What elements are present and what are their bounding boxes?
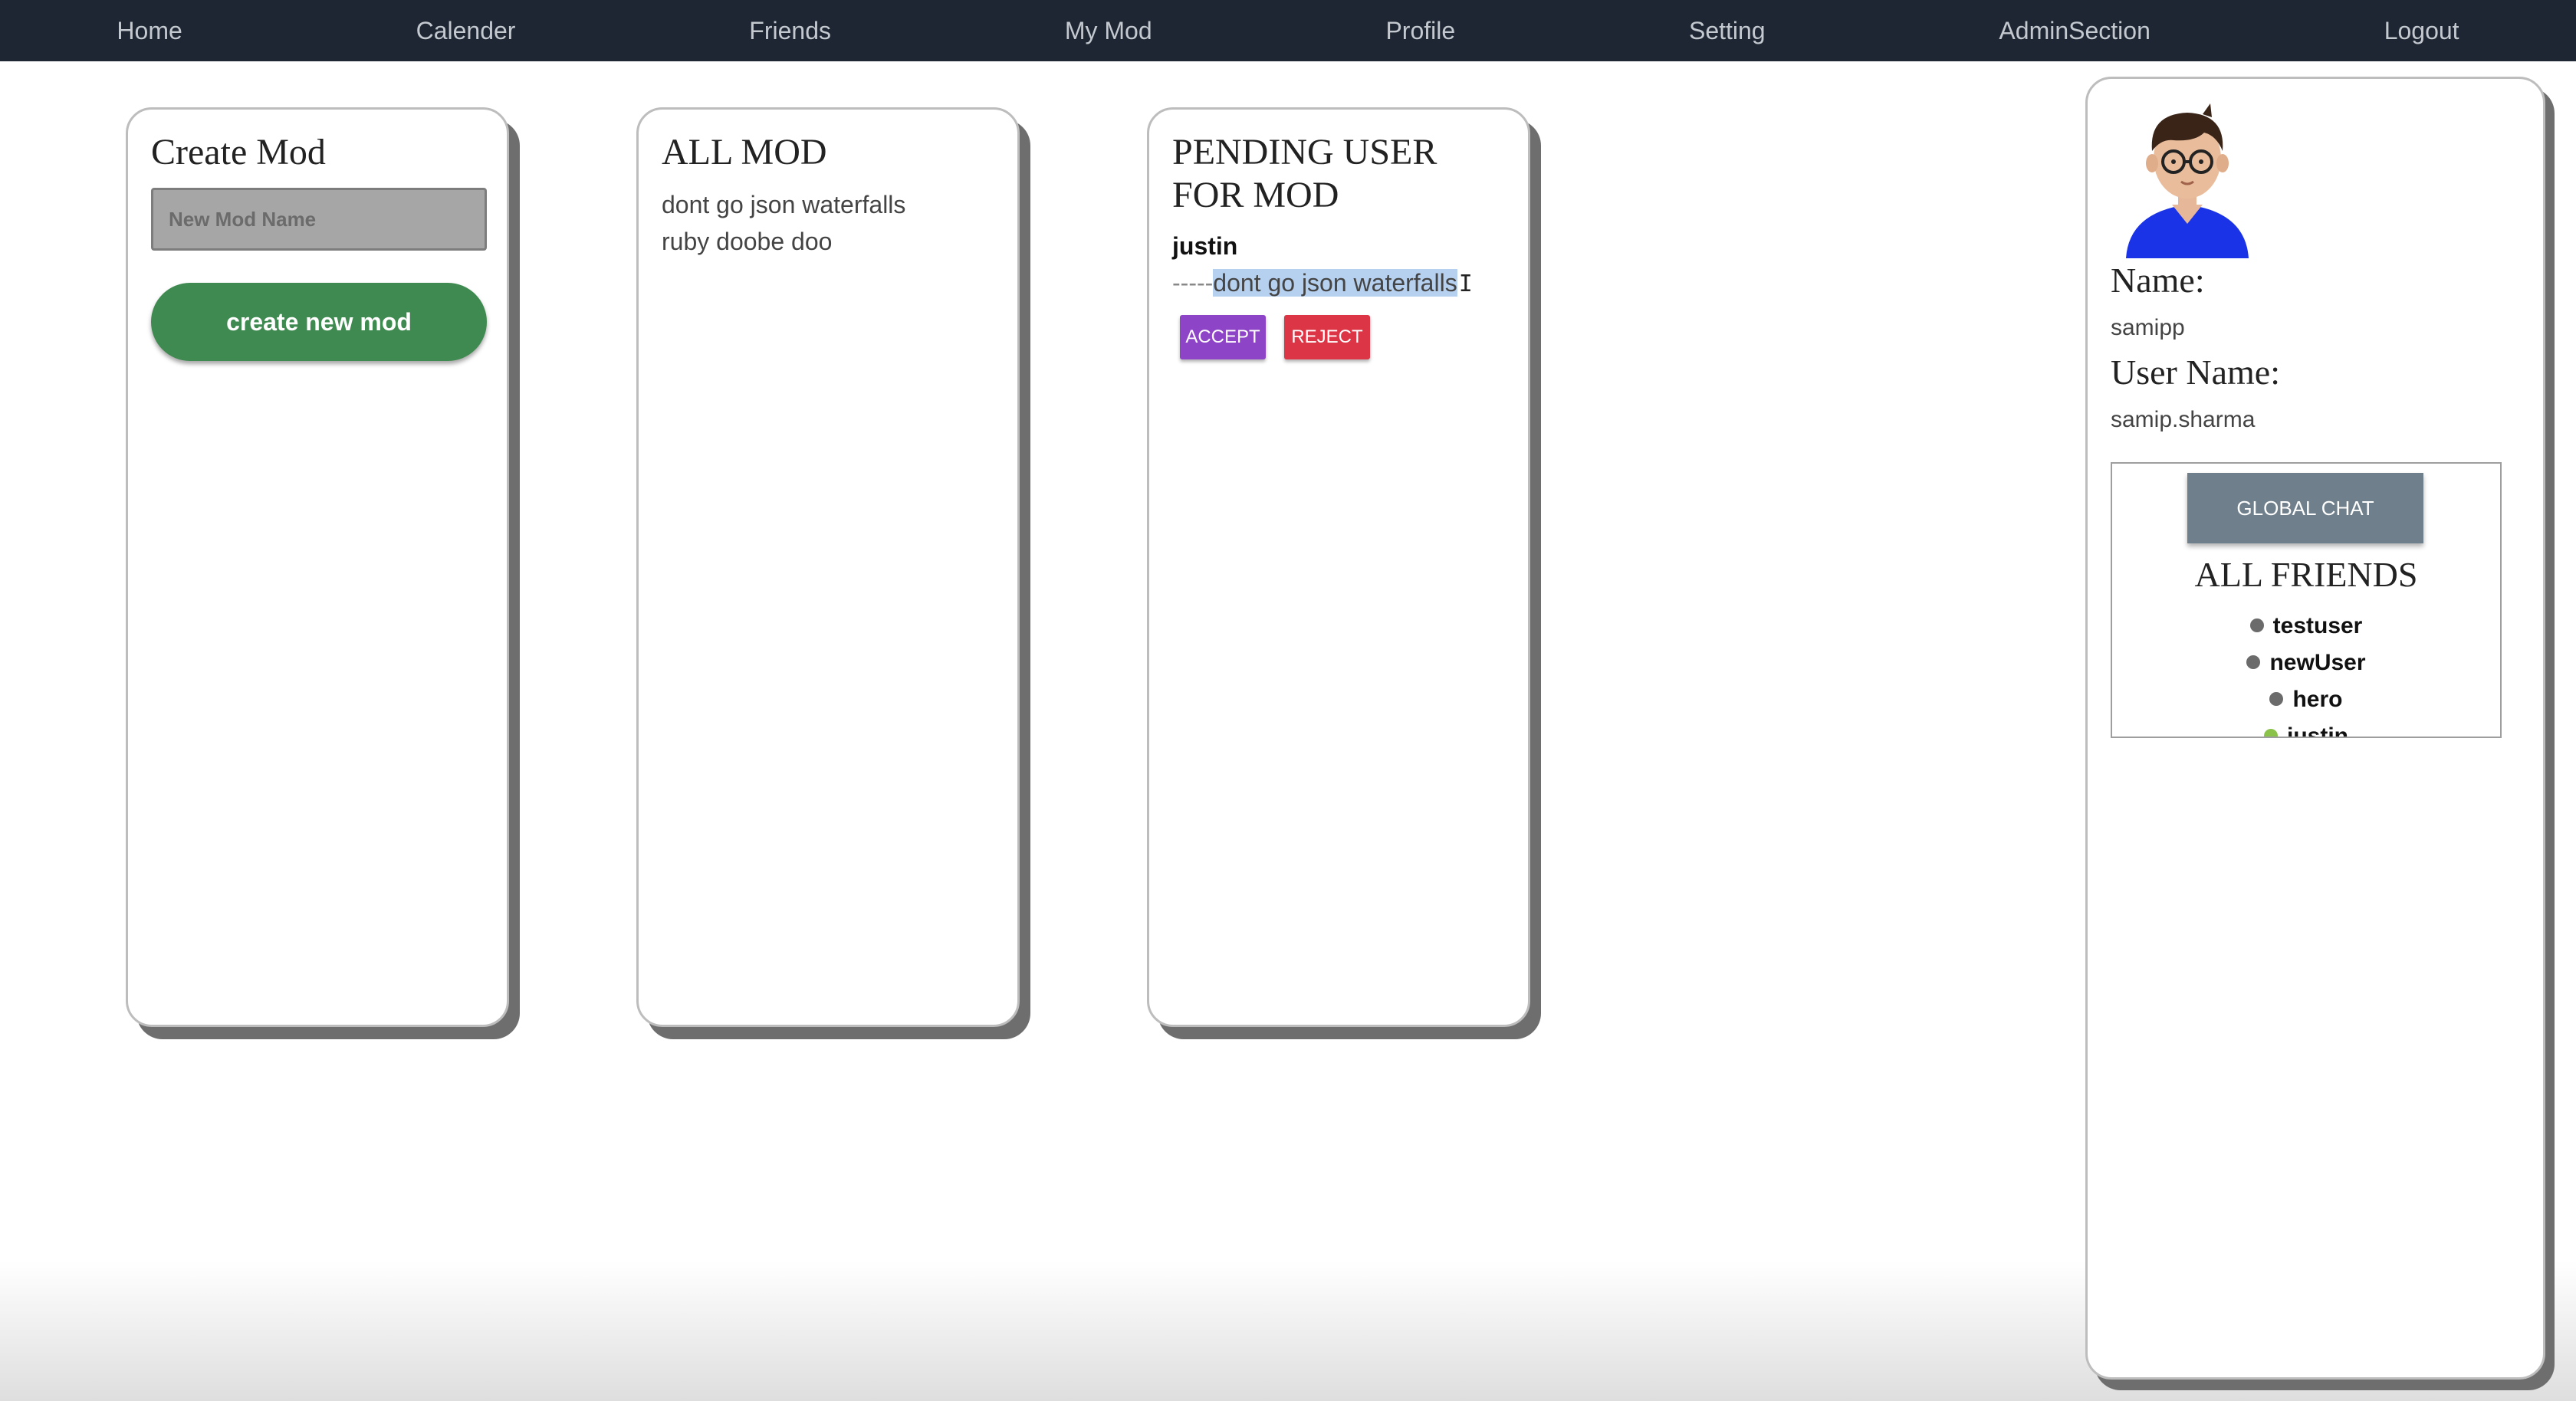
top-nav: Home Calender Friends My Mod Profile Set… [0,0,2576,61]
friends-list: testuser newUser hero justin [2112,608,2500,738]
nav-friends[interactable]: Friends [741,17,839,45]
nav-logout[interactable]: Logout [2377,17,2467,45]
nav-admin-section[interactable]: AdminSection [1991,17,2157,45]
pending-mod-name: dont go json waterfalls [1213,269,1457,297]
pending-mod-prefix: ----- [1172,269,1214,297]
friends-box[interactable]: GLOBAL CHAT ALL FRIENDS testuser newUser… [2111,462,2502,738]
nav-my-mod[interactable]: My Mod [1057,17,1160,45]
nav-setting[interactable]: Setting [1681,17,1773,45]
friend-name: justin [2287,723,2348,738]
friend-name: hero [2292,687,2343,712]
pending-title-line2: FOR MOD [1172,175,1339,215]
avatar [2126,103,2249,258]
pending-title: PENDING USER FOR MOD [1172,131,1437,217]
profile-panel: Name: samipp User Name: samip.sharma GLO… [2085,77,2545,1380]
new-mod-name-input[interactable] [151,188,487,251]
username-value: samip.sharma [2111,407,2256,432]
name-value: samipp [2111,315,2185,340]
pending-user-name: justin [1172,232,1238,260]
nav-calender[interactable]: Calender [409,17,524,45]
status-dot-icon [2246,655,2261,670]
mod-list: dont go json waterfalls ruby doobe doo [662,186,905,260]
friend-item[interactable]: justin [2112,718,2500,738]
pending-user-card: PENDING USER FOR MOD justin -----dont go… [1147,107,1530,1027]
status-dot-icon [2269,692,2284,707]
status-dot-icon [2264,729,2278,737]
mod-list-item[interactable]: ruby doobe doo [662,223,905,260]
mod-list-item[interactable]: dont go json waterfalls [662,186,905,223]
friend-item[interactable]: testuser [2112,608,2500,645]
create-mod-card: Create Mod create new mod [126,107,509,1027]
create-new-mod-button[interactable]: create new mod [151,283,487,361]
name-label: Name: [2111,261,2205,300]
nav-profile[interactable]: Profile [1378,17,1463,45]
status-dot-icon [2249,618,2264,633]
friend-name: testuser [2272,613,2363,638]
create-mod-title: Create Mod [151,132,326,172]
all-mod-title: ALL MOD [662,132,827,172]
friend-name: newUser [2269,650,2366,675]
accept-button[interactable]: ACCEPT [1180,315,1266,359]
global-chat-button[interactable]: GLOBAL CHAT [2187,473,2423,543]
text-cursor-icon: I [1458,271,1473,297]
pending-mod-row: -----dont go json waterfallsI [1172,269,1473,297]
friend-item[interactable]: newUser [2112,645,2500,681]
reject-button[interactable]: REJECT [1284,315,1370,359]
friend-item[interactable]: hero [2112,681,2500,718]
all-mod-card: ALL MOD dont go json waterfalls ruby doo… [636,107,1020,1027]
pending-title-line1: PENDING USER [1172,132,1438,172]
nav-home[interactable]: Home [109,17,189,45]
all-friends-title: ALL FRIENDS [2194,555,2418,594]
username-label: User Name: [2111,353,2280,392]
